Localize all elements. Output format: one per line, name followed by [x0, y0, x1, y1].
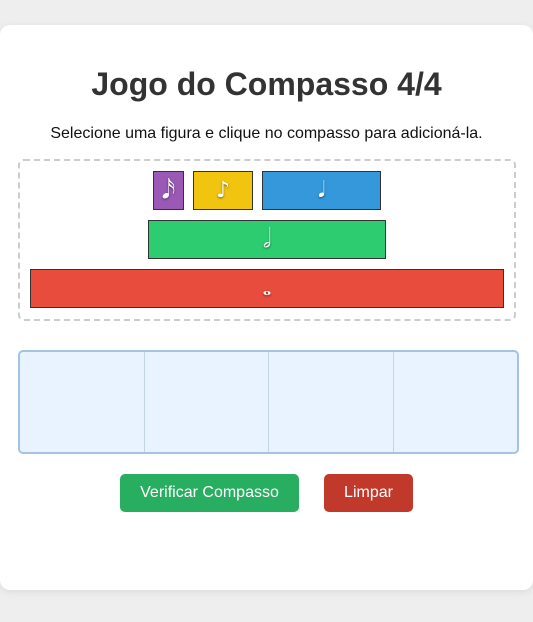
beat-slot-1[interactable] — [20, 352, 145, 452]
note-half-button[interactable]: 𝅗𝅥 — [148, 220, 386, 259]
verify-measure-button[interactable]: Verificar Compasso — [120, 474, 299, 512]
instructions-text: Selecione uma figura e clique no compass… — [50, 125, 483, 142]
clear-button[interactable]: Limpar — [324, 474, 413, 512]
measure-drop-zone[interactable] — [18, 350, 519, 454]
note-quarter-button[interactable]: 𝅘𝅥 — [262, 171, 381, 210]
beat-slot-3[interactable] — [269, 352, 394, 452]
sixteenth-note-icon: 𝅘𝅥𝅯 — [161, 175, 176, 205]
note-palette: 𝅘𝅥𝅯 ♪ 𝅘𝅥 𝅗𝅥 𝅝 — [18, 159, 516, 321]
note-whole-button[interactable]: 𝅝 — [30, 269, 504, 308]
eighth-note-icon: ♪ — [215, 178, 231, 203]
beat-slot-2[interactable] — [145, 352, 269, 452]
page-title: Jogo do Compasso 4/4 — [91, 66, 442, 102]
note-sixteenth-button[interactable]: 𝅘𝅥𝅯 — [153, 171, 184, 210]
beat-slot-4[interactable] — [394, 352, 518, 452]
note-eighth-button[interactable]: ♪ — [193, 171, 253, 210]
whole-note-icon: 𝅝 — [262, 276, 272, 301]
quarter-note-icon: 𝅘𝅥 — [318, 178, 325, 203]
half-note-icon: 𝅗𝅥 — [262, 224, 272, 254]
